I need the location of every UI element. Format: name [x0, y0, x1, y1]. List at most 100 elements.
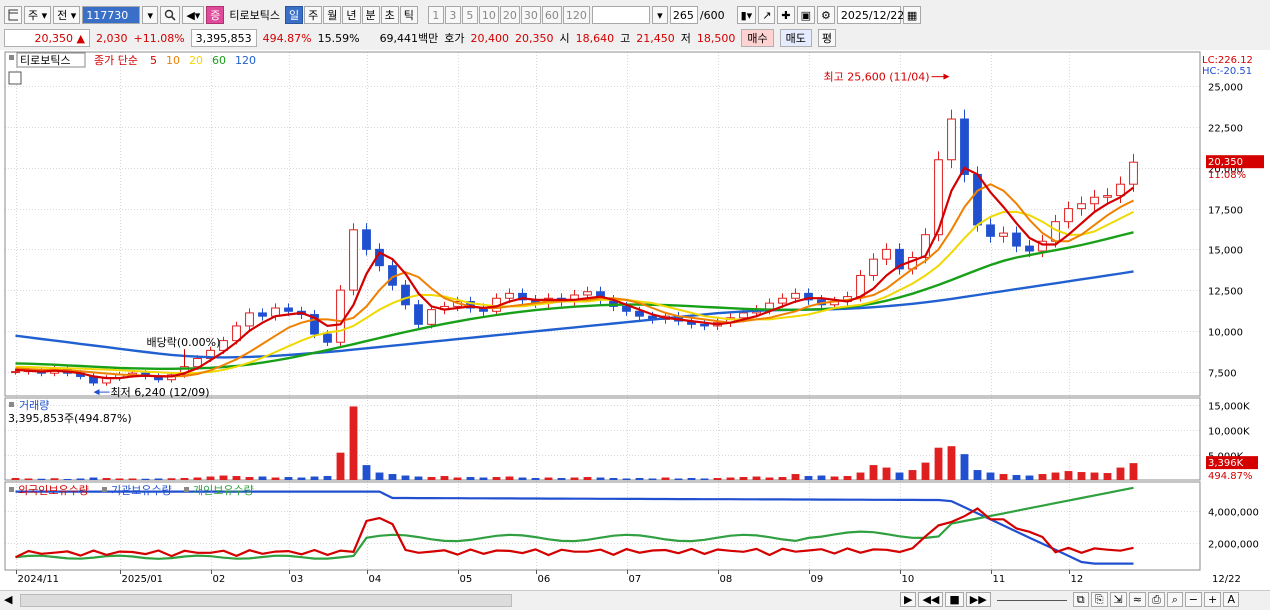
period-button[interactable]: 년	[342, 6, 361, 24]
draw-tool-icon[interactable]: ↗	[758, 6, 776, 24]
interval-button[interactable]: 1	[427, 6, 444, 24]
interval-button[interactable]: 30	[520, 6, 541, 24]
volume-bar	[830, 476, 839, 480]
layout-icon[interactable]	[4, 6, 22, 24]
rewind-icon[interactable]: ◀◀	[918, 592, 944, 607]
export-icon[interactable]: ⇲	[1109, 592, 1127, 607]
code-dropdown-icon[interactable]: ▾	[142, 6, 159, 24]
ask-label: 호가	[444, 32, 465, 45]
legend-ma-period: 120	[235, 54, 256, 67]
volume-bar	[115, 478, 124, 480]
volume-bar	[102, 478, 111, 480]
period-button[interactable]: 주	[304, 6, 323, 24]
volume-bar	[466, 477, 475, 480]
market-select[interactable]: 주 ▾	[24, 6, 52, 24]
stock-code-input[interactable]: 117730	[82, 6, 141, 24]
interval-button[interactable]: 10	[478, 6, 499, 24]
search-icon[interactable]	[160, 6, 181, 24]
stock-chart[interactable]: 2024/11 2025/01 02 03 04 05 06 07 08 09 10 11 12 12/2…	[0, 50, 1270, 590]
speed-slider[interactable]	[996, 592, 1067, 601]
volume-bar	[271, 477, 280, 480]
stock-badge: 증	[206, 6, 225, 24]
candle-type-icon[interactable]: ▮▾	[736, 6, 757, 24]
horizontal-scrollbar[interactable]: ◀ ▶ ◀◀ ■ ▶▶ ⧉ ⎘ ⇲ ≈ ⎙ ⌕ − + A	[0, 590, 1270, 609]
period-button[interactable]: 월	[323, 6, 342, 24]
candle-body	[414, 304, 423, 325]
candle-body	[284, 307, 293, 312]
interval-button[interactable]: 60	[541, 6, 562, 24]
crosshair-icon[interactable]: ✚	[777, 6, 795, 24]
volume-bar	[557, 478, 566, 480]
eval-button[interactable]: 평	[817, 29, 837, 47]
volume-bar	[895, 472, 904, 480]
zoom-out-icon[interactable]: −	[1184, 592, 1202, 607]
ask-price: 20,400	[470, 31, 510, 45]
volume-bar	[375, 472, 384, 480]
play-icon[interactable]: ▶	[900, 592, 917, 607]
line-tool-icon[interactable]: ≈	[1128, 592, 1146, 607]
volume-y-label: 10,000K	[1208, 427, 1250, 438]
prev-button[interactable]: 전 ▾	[53, 6, 81, 24]
sound-icon[interactable]: ◀▾	[182, 6, 205, 24]
volume-bar	[960, 454, 969, 480]
zoom-icon[interactable]: ⌕	[1166, 592, 1183, 607]
custom-interval-input[interactable]	[591, 6, 650, 24]
compare-icon[interactable]: ⧉	[1072, 592, 1089, 607]
volume-bar	[232, 476, 241, 480]
interval-button[interactable]: 120	[562, 6, 590, 24]
interval-button[interactable]: 5	[461, 6, 478, 24]
calendar-icon[interactable]: ▦	[902, 6, 922, 24]
print-icon[interactable]: ⎙	[1147, 592, 1165, 607]
count-input[interactable]: 265	[669, 6, 698, 24]
x-tick-label: 2025/01	[122, 574, 164, 585]
scroll-left-icon[interactable]: ◀	[4, 593, 12, 606]
interval-button[interactable]: 3	[444, 6, 461, 24]
volume-bar	[349, 406, 358, 480]
interval-dropdown-icon[interactable]: ▾	[651, 6, 668, 24]
candle-body	[739, 312, 748, 319]
open-price: 18,640	[575, 31, 615, 45]
candle-body	[869, 258, 878, 276]
forward-icon[interactable]: ▶▶	[965, 592, 991, 607]
legend-marker	[102, 487, 107, 492]
volume-bar	[258, 476, 267, 480]
volume-bar	[427, 477, 436, 480]
volume-bar	[453, 477, 462, 480]
sell-button[interactable]: 매도	[779, 29, 812, 47]
candle-body	[986, 224, 995, 237]
save-icon[interactable]: ▣	[796, 6, 816, 24]
period-button[interactable]: 일	[285, 6, 304, 24]
legend-stock-name: 티로보틱스	[20, 54, 71, 67]
volume-bar	[154, 478, 163, 480]
x-tick-label: 04	[369, 574, 382, 585]
stop-icon[interactable]: ■	[945, 592, 964, 607]
volume-bar	[297, 477, 306, 480]
volume-bar	[661, 477, 670, 480]
date-input[interactable]: 2025/12/22	[836, 6, 904, 24]
interval-buttons: 1 3 5 10 20 30 60 120	[427, 6, 590, 24]
candle-body	[882, 248, 891, 260]
volume-bar	[635, 478, 644, 480]
price-y-label: 15,000	[1208, 246, 1243, 257]
period-button[interactable]: 초	[380, 6, 399, 24]
buy-button[interactable]: 매수	[741, 29, 774, 47]
period-button[interactable]: 분	[361, 6, 380, 24]
period-button[interactable]: 틱	[399, 6, 418, 24]
interval-button[interactable]: 20	[499, 6, 520, 24]
scroll-thumb[interactable]	[20, 594, 512, 607]
volume-bar	[687, 478, 696, 480]
volume-bar	[713, 478, 722, 480]
zoom-in-icon[interactable]: +	[1204, 592, 1222, 607]
volume-bar	[362, 465, 371, 480]
candle-body	[11, 371, 20, 374]
volume-bar	[505, 476, 514, 480]
price-change-pct: +11.08%	[133, 31, 185, 45]
volume-bar	[206, 476, 215, 480]
chart-background	[0, 50, 1270, 590]
candle-body	[960, 118, 969, 175]
auto-scale-icon[interactable]: A	[1223, 592, 1240, 607]
candle-body	[323, 333, 332, 343]
volume-bar	[1077, 472, 1086, 480]
settings-gear-icon[interactable]: ⚙	[817, 6, 835, 24]
copy-icon[interactable]: ⎘	[1090, 592, 1108, 607]
